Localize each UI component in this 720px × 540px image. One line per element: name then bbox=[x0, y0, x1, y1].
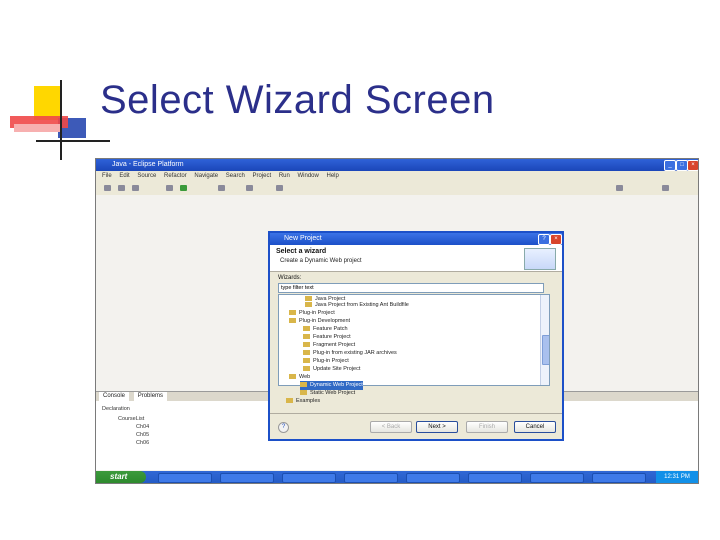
tab-problems[interactable]: Problems bbox=[133, 392, 168, 401]
print-icon[interactable] bbox=[132, 185, 139, 191]
dialog-description: Create a Dynamic Web project bbox=[280, 258, 362, 264]
scrollbar-thumb[interactable] bbox=[542, 335, 549, 365]
taskbar-item[interactable] bbox=[344, 473, 398, 483]
project-icon bbox=[303, 342, 310, 348]
tree-item[interactable]: Examples bbox=[286, 397, 320, 406]
menu-refactor[interactable]: Refactor bbox=[164, 173, 187, 179]
web-project-icon bbox=[300, 390, 307, 396]
save-icon[interactable] bbox=[118, 185, 125, 191]
folder-icon bbox=[289, 318, 296, 324]
taskbar-item[interactable] bbox=[282, 473, 336, 483]
folder-icon bbox=[289, 374, 296, 380]
dialog-title: New Project bbox=[284, 235, 322, 242]
menubar: File Edit Source Refactor Navigate Searc… bbox=[96, 171, 698, 181]
tree-item-label: Dynamic Web Project bbox=[310, 382, 363, 388]
taskbar-item[interactable] bbox=[530, 473, 584, 483]
start-button[interactable]: start bbox=[96, 471, 146, 483]
filter-input[interactable]: type filter text bbox=[278, 283, 544, 293]
tree-item-label: Examples bbox=[296, 398, 321, 404]
close-button[interactable]: × bbox=[687, 160, 698, 171]
menu-project[interactable]: Project bbox=[252, 173, 271, 179]
dialog-titlebar: New Project ? × bbox=[270, 233, 562, 245]
menu-search[interactable]: Search bbox=[226, 173, 245, 179]
new-icon[interactable] bbox=[104, 185, 111, 191]
tree-item-label: Feature Patch bbox=[313, 326, 348, 332]
list-item[interactable]: CourseList bbox=[118, 416, 144, 422]
tree-item-label: Fragment Project bbox=[313, 342, 356, 348]
java-perspective-icon[interactable] bbox=[662, 185, 669, 191]
list-item[interactable]: Ch04 bbox=[136, 424, 149, 430]
debug-icon[interactable] bbox=[166, 185, 173, 191]
tree-item-label: Static Web Project bbox=[310, 390, 356, 396]
new-class-icon[interactable] bbox=[218, 185, 225, 191]
menu-run[interactable]: Run bbox=[279, 173, 290, 179]
cancel-button[interactable]: Cancel bbox=[514, 421, 556, 433]
search-icon[interactable] bbox=[276, 185, 283, 191]
perspective-icon[interactable] bbox=[616, 185, 623, 191]
slide-title: Select Wizard Screen bbox=[100, 78, 495, 122]
wizard-banner-icon bbox=[524, 248, 556, 270]
dialog-help-button[interactable]: ? bbox=[538, 234, 550, 245]
next-button[interactable]: Next > bbox=[416, 421, 458, 433]
folder-icon bbox=[286, 398, 293, 404]
tree-item-label: Update Site Project bbox=[313, 366, 361, 372]
decor-vertical-line bbox=[60, 80, 62, 160]
list-item: Declaration bbox=[102, 406, 130, 412]
dialog-footer: ? < Back Next > Finish Cancel bbox=[270, 413, 562, 440]
tree-item-label: Feature Project bbox=[313, 334, 351, 340]
tree-item-label: Plug-in Project bbox=[299, 310, 335, 316]
taskbar-item[interactable] bbox=[468, 473, 522, 483]
menu-edit[interactable]: Edit bbox=[119, 173, 129, 179]
eclipse-title: Java - Eclipse Platform bbox=[112, 161, 184, 168]
decor-horizontal-line bbox=[36, 140, 110, 142]
workbench: Console Problems Declaration CourseList … bbox=[96, 195, 698, 471]
tree-item-label: Web bbox=[299, 374, 311, 380]
minimize-button[interactable]: _ bbox=[664, 160, 676, 171]
project-icon bbox=[305, 302, 312, 308]
taskbar-clock: 12:31 PM bbox=[656, 471, 698, 483]
toolbar bbox=[96, 181, 698, 196]
tree-item-label: Plug-in from existing JAR archives bbox=[313, 350, 397, 356]
taskbar-item[interactable] bbox=[158, 473, 212, 483]
menu-source[interactable]: Source bbox=[137, 173, 156, 179]
folder-icon bbox=[289, 310, 296, 316]
tree-item[interactable]: Update Site Project bbox=[303, 365, 360, 374]
back-button[interactable]: < Back bbox=[370, 421, 412, 433]
web-project-icon bbox=[300, 382, 307, 388]
tab-console[interactable]: Console bbox=[99, 392, 130, 401]
project-icon bbox=[303, 350, 310, 356]
help-icon[interactable]: ? bbox=[278, 422, 289, 433]
wizard-tree: Java Project Java Project from Existing … bbox=[278, 294, 550, 386]
tree-item-label: Plug-in Project bbox=[313, 358, 349, 364]
decor-pink-bar bbox=[14, 124, 62, 132]
project-icon bbox=[303, 334, 310, 340]
list-item[interactable]: Ch06 bbox=[136, 440, 149, 446]
run-icon[interactable] bbox=[180, 185, 187, 191]
project-icon bbox=[303, 358, 310, 364]
list-item[interactable]: Ch05 bbox=[136, 432, 149, 438]
dialog-header: Select a wizard Create a Dynamic Web pro… bbox=[270, 245, 562, 272]
new-project-dialog: New Project ? × Select a wizard Create a… bbox=[268, 231, 564, 441]
tree-item-label: Plug-in Development bbox=[299, 318, 351, 324]
open-type-icon[interactable] bbox=[246, 185, 253, 191]
dialog-close-button[interactable]: × bbox=[550, 234, 562, 245]
finish-button[interactable]: Finish bbox=[466, 421, 508, 433]
menu-help[interactable]: Help bbox=[327, 173, 339, 179]
decor-yellow-square bbox=[34, 86, 62, 120]
wizards-label: Wizards: bbox=[278, 275, 302, 281]
eclipse-titlebar: Java - Eclipse Platform _ □ × bbox=[96, 159, 698, 171]
tree-item-label: Java Project from Existing Ant Buildfile bbox=[315, 302, 409, 308]
taskbar-item[interactable] bbox=[592, 473, 646, 483]
dialog-heading: Select a wizard bbox=[276, 248, 327, 255]
project-icon bbox=[303, 366, 310, 372]
eclipse-screenshot: Java - Eclipse Platform _ □ × File Edit … bbox=[95, 158, 699, 484]
menu-window[interactable]: Window bbox=[298, 173, 319, 179]
menu-file[interactable]: File bbox=[102, 173, 112, 179]
tree-scrollbar[interactable] bbox=[540, 295, 549, 385]
taskbar-item[interactable] bbox=[220, 473, 274, 483]
menu-navigate[interactable]: Navigate bbox=[194, 173, 218, 179]
taskbar: start 12:31 PM bbox=[96, 471, 698, 483]
taskbar-item[interactable] bbox=[406, 473, 460, 483]
project-icon bbox=[303, 326, 310, 332]
